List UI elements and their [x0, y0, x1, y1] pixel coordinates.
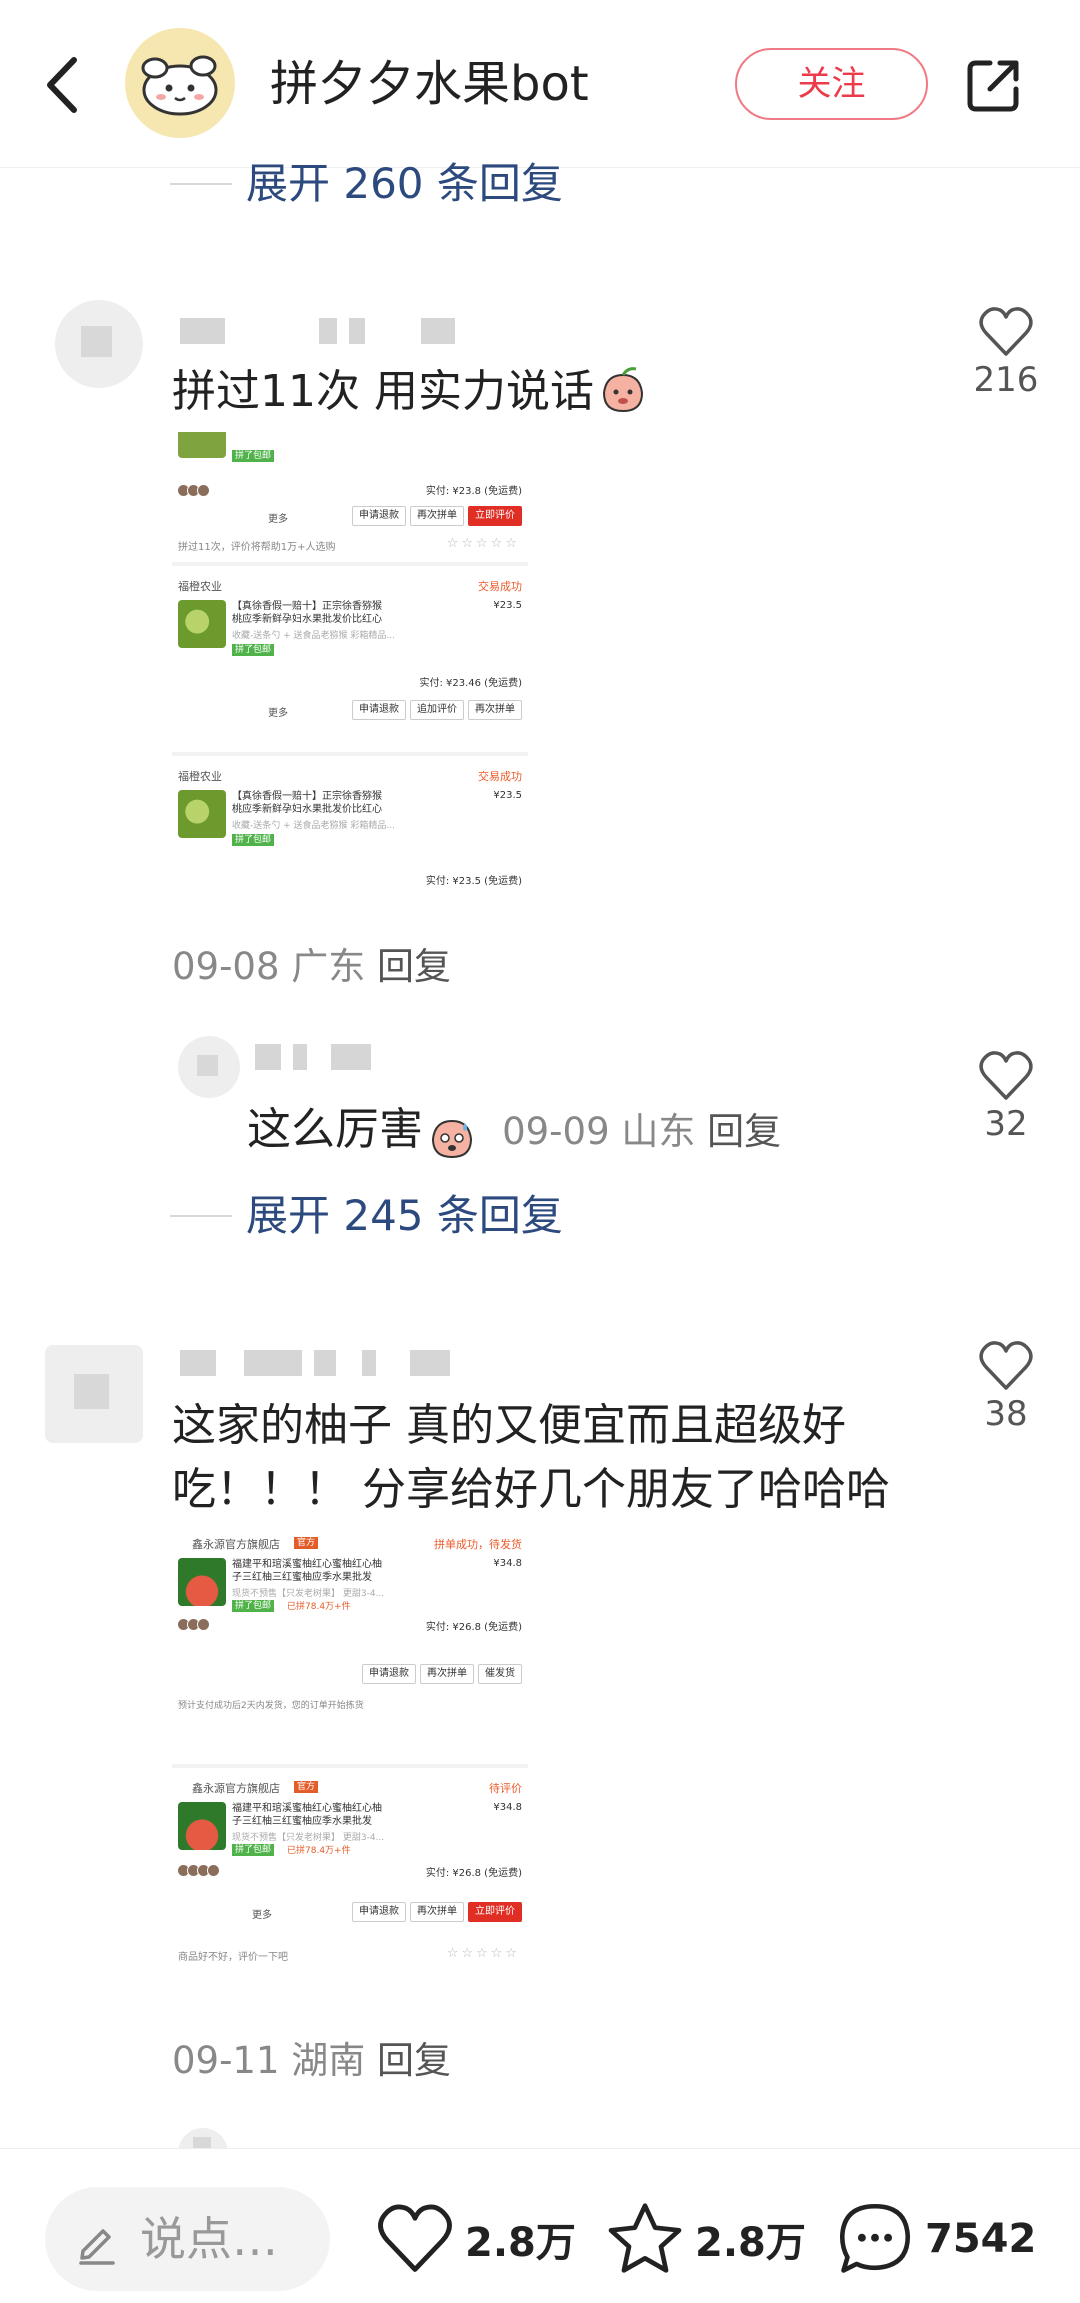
expand-replies-label: 展开 260 条回复 — [246, 159, 563, 208]
reply-text: 这么厉害 09-09 山东 回复 — [247, 1098, 781, 1165]
page-title: 拼夕夕水果bot — [270, 56, 589, 112]
pomelo-thumbnail-icon — [178, 1802, 226, 1850]
favorite-button[interactable]: 2.8万 — [605, 2189, 806, 2289]
commenter-avatar[interactable] — [45, 1345, 143, 1443]
reply-button[interactable]: 回复 — [707, 1110, 781, 1153]
heart-icon — [979, 1341, 1033, 1390]
paid-amount: 实付: ¥26.8 (免运费) — [425, 1868, 522, 1879]
chat-bubble-icon — [839, 2203, 911, 2273]
follow-button[interactable]: 关注 — [735, 48, 928, 120]
pencil-icon — [79, 2229, 115, 2265]
favorite-count: 2.8万 — [695, 2220, 806, 2266]
comment-count: 7542 — [925, 2216, 1037, 2262]
heart-icon — [378, 2204, 452, 2272]
paid-amount: 实付: ¥23.8 (免运费) — [425, 486, 522, 497]
like-count: 38 — [984, 1394, 1028, 1434]
expand-replies-link[interactable]: 展开 260 条回复 — [170, 154, 670, 214]
star-icon — [608, 2203, 682, 2273]
comment-input[interactable]: 说点… — [45, 2187, 330, 2291]
kiwi-thumbnail-icon — [178, 600, 226, 648]
share-icon — [967, 60, 1019, 112]
comment-body: 拼过11次 用实力说话 — [172, 366, 594, 417]
kiwi-thumbnail-icon — [178, 790, 226, 838]
bottom-action-bar: 说点… 2.8万 2.8万 7542 — [0, 2148, 1080, 2303]
chevron-left-icon — [47, 57, 77, 113]
order-card: 福橙农业 交易成功 【真徐香假一赔十】正宗徐香猕猴桃应季新鲜孕妇水果批发价比红心… — [172, 760, 528, 918]
commenter-name[interactable] — [180, 1350, 450, 1376]
comment-body: 这家的柚子 真的又便宜而且超级好吃！！！ 分享给好几个朋友了哈哈哈 — [172, 1400, 890, 1515]
pomelo-thumbnail-icon — [178, 1558, 226, 1606]
divider — [170, 1215, 232, 1217]
top-bar: 拼夕夕水果bot 关注 — [0, 0, 1080, 168]
back-button[interactable] — [38, 52, 88, 118]
paid-amount: 实付: ¥23.46 (免运费) — [419, 678, 522, 689]
expand-replies-link[interactable]: 展开 245 条回复 — [170, 1186, 670, 1246]
reply-button[interactable]: 回复 — [377, 945, 451, 988]
order-screenshot-image[interactable]: 拼了包邮 实付: ¥23.8 (免运费) 更多 申请退款 再次拼单 立即评价 拼… — [172, 432, 528, 918]
reply-like-button[interactable]: 32 — [966, 1050, 1046, 1146]
reply-body: 这么厉害 — [247, 1104, 423, 1155]
comment-meta: 09-08 广东 回复 — [172, 945, 452, 988]
order-card: 福橙农业 交易成功 【真徐香假一赔十】正宗徐香猕猴桃应季新鲜孕妇水果批发价比红心… — [172, 570, 528, 756]
kiwi-thumbnail-icon — [178, 432, 226, 458]
paid-amount: 实付: ¥26.8 (免运费) — [425, 1622, 522, 1633]
replier-name[interactable] — [255, 1044, 371, 1070]
comment-input-placeholder: 说点… — [140, 2212, 278, 2266]
like-button[interactable]: 2.8万 — [375, 2189, 576, 2289]
comment-text: 拼过11次 用实力说话 — [172, 360, 648, 424]
commenter-name[interactable] — [180, 318, 455, 344]
heart-icon — [979, 1051, 1033, 1100]
peach-emoji-icon — [598, 365, 648, 415]
comment-meta: 09-11 湖南 回复 — [172, 2039, 452, 2082]
sweat-emoji-icon — [427, 1111, 477, 1161]
like-count: 32 — [984, 1104, 1028, 1144]
heart-icon — [979, 307, 1033, 356]
comment-like-button[interactable]: 216 — [966, 306, 1046, 402]
order-card: 鑫永源官方旗舰店 官方 待评价 福建平和琯溪蜜柚红心蜜柚红心柚子三红柚三红蜜柚应… — [172, 1772, 528, 2006]
order-card: 拼了包邮 实付: ¥23.8 (免运费) 更多 申请退款 再次拼单 立即评价 拼… — [172, 432, 528, 566]
expand-replies-label: 展开 245 条回复 — [246, 1191, 563, 1240]
paid-amount: 实付: ¥23.5 (免运费) — [425, 876, 522, 887]
comment-button[interactable]: 7542 — [835, 2189, 1036, 2289]
comment-like-button[interactable]: 38 — [966, 1340, 1046, 1436]
like-count: 216 — [973, 360, 1039, 400]
divider — [170, 183, 232, 185]
reply-button[interactable]: 回复 — [377, 2039, 451, 2082]
cartoon-avatar-icon — [141, 55, 218, 116]
order-screenshot-image[interactable]: 鑫永源官方旗舰店 官方 拼单成功，待发货 福建平和琯溪蜜柚红心蜜柚红心柚子三红柚… — [172, 1528, 528, 2006]
author-avatar[interactable] — [125, 28, 235, 138]
order-card: 鑫永源官方旗舰店 官方 拼单成功，待发货 福建平和琯溪蜜柚红心蜜柚红心柚子三红柚… — [172, 1528, 528, 1768]
share-button[interactable] — [962, 55, 1024, 117]
like-count: 2.8万 — [465, 2220, 576, 2266]
replier-avatar[interactable] — [178, 1036, 240, 1098]
commenter-avatar[interactable] — [55, 300, 143, 388]
